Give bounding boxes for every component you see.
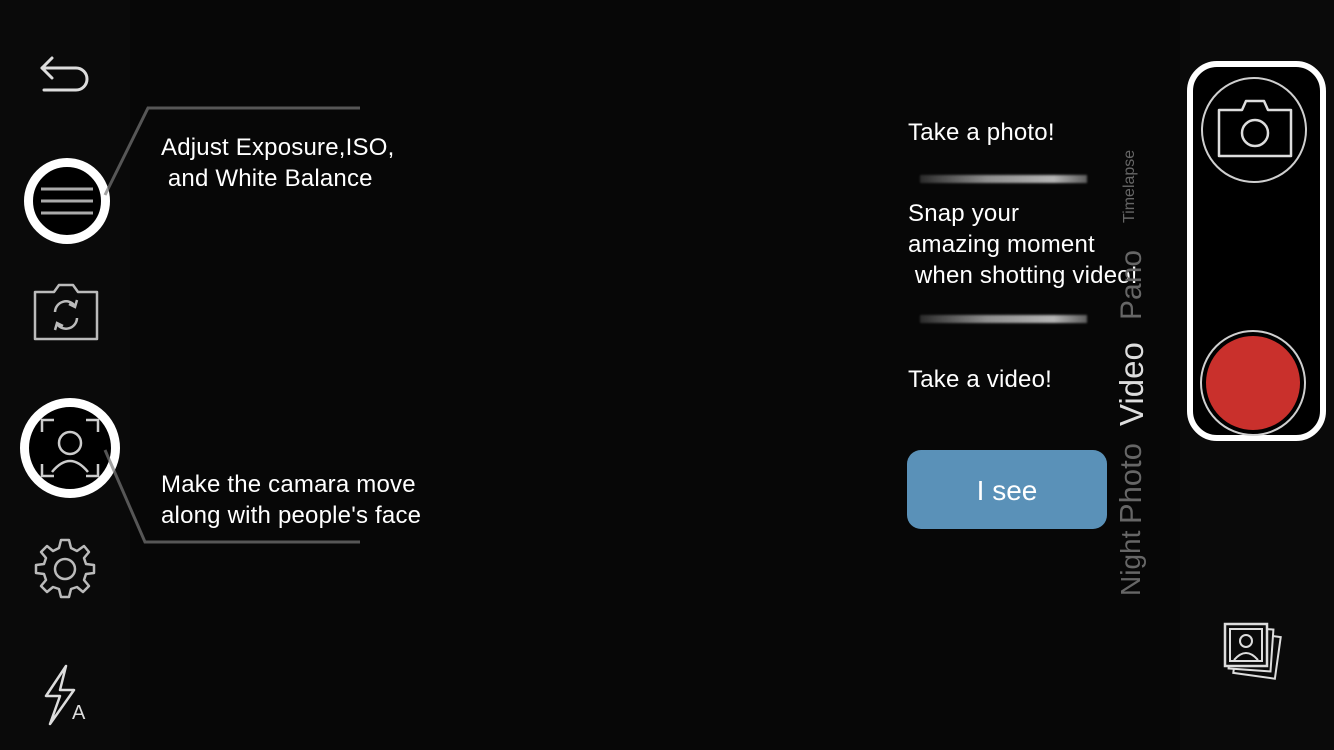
gallery-icon[interactable] <box>1222 622 1284 684</box>
photo-capture-button[interactable] <box>1201 77 1307 183</box>
face-tracking-tooltip: Make the camara move along with people's… <box>161 471 422 529</box>
gear-icon[interactable] <box>33 536 97 600</box>
camera-icon <box>1216 98 1294 160</box>
flash-mode-letter: A <box>72 702 86 724</box>
mode-video[interactable]: Video <box>1113 342 1151 426</box>
divider <box>920 315 1087 323</box>
flash-auto-icon[interactable]: A <box>40 664 96 728</box>
mode-pano[interactable]: Pano <box>1115 250 1149 320</box>
record-button[interactable] <box>1200 330 1306 436</box>
divider <box>920 175 1087 183</box>
mode-timelapse[interactable]: Timelapse <box>1121 150 1139 223</box>
back-arrow-icon[interactable] <box>38 54 92 98</box>
take-photo-tooltip: Take a photo! <box>908 119 1055 146</box>
record-dot <box>1206 336 1300 430</box>
snap-video-tooltip: Snap your amazing moment when shotting v… <box>908 200 1138 289</box>
mode-night[interactable]: Night <box>1115 531 1147 596</box>
exposure-tooltip: Adjust Exposure,ISO, and White Balance <box>161 134 395 192</box>
mode-photo[interactable]: Photo <box>1113 443 1149 524</box>
take-video-tooltip: Take a video! <box>908 366 1053 393</box>
capture-controls <box>1187 61 1326 441</box>
i-see-button[interactable]: I see <box>907 450 1107 529</box>
